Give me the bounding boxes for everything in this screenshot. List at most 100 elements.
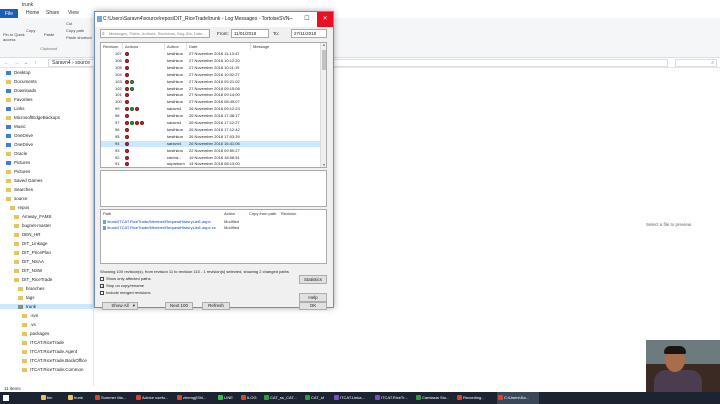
- tab-share[interactable]: Share: [46, 10, 59, 16]
- forward-icon[interactable]: →: [14, 60, 19, 66]
- nav-item[interactable]: ITCAT.RiceTrade.Agent: [0, 349, 93, 354]
- taskbar-item[interactable]: bin: [40, 392, 66, 404]
- taskbar-item[interactable]: Recording...: [456, 392, 496, 404]
- taskbar-item[interactable]: Advice usefu...: [135, 392, 175, 404]
- revision-row[interactable]: 91 suparkorn 14 November 2018 08:13:00: [101, 161, 320, 167]
- taskbar-item[interactable]: ILOG: [240, 392, 262, 404]
- checkbox-box[interactable]: ✓: [100, 283, 104, 289]
- revision-row[interactable]: 94 saravn4 26 November 2018 16:41:06: [101, 140, 320, 147]
- close-icon[interactable]: ✕: [317, 12, 333, 27]
- nav-item[interactable]: ITCAT.RiceTrade.BackOffice: [0, 358, 93, 363]
- cut-button[interactable]: Cut: [66, 21, 72, 26]
- up-icon[interactable]: ↑: [34, 60, 37, 66]
- path-row[interactable]: /trunk/ITCAT.RiceTrade/Member/RequestHis…: [103, 219, 211, 224]
- nav-item[interactable]: DIT_NSAA: [0, 259, 93, 264]
- column-header-date[interactable]: Date: [187, 43, 251, 50]
- taskbar-item[interactable]: trunk: [67, 392, 93, 404]
- nav-item[interactable]: MicrosoftEdgeBackups: [0, 115, 93, 120]
- revision-row[interactable]: 106 kesthkun 27 November 2018 10:12:20: [101, 58, 320, 64]
- nav-item[interactable]: Favorites: [0, 97, 93, 102]
- revision-row[interactable]: 103 kesthkun 27 November 2018 09:21:02: [101, 79, 320, 85]
- nav-item[interactable]: DIT_RiceTrade: [0, 277, 93, 282]
- breadcrumb-source[interactable]: source: [75, 60, 90, 66]
- revision-row[interactable]: 104 kesthkun 27 November 2018 10:02:27: [101, 72, 320, 78]
- filter-input[interactable]: ⌕ Messages, Paths, Authors, Revisions, B…: [100, 29, 210, 38]
- nav-item[interactable]: branches: [0, 286, 93, 291]
- path-header-revision[interactable]: Revision: [281, 211, 296, 216]
- revision-row[interactable]: 92 ratcha... 19 November 2018 18:06:51: [101, 155, 320, 161]
- taskbar-item[interactable]: Camtasia Stu...: [415, 392, 455, 404]
- revision-row[interactable]: 107 kesthkun 27 November 2018 11:13:47: [101, 51, 320, 57]
- statistics-button[interactable]: Statistics: [299, 275, 327, 284]
- refresh-button[interactable]: Refresh: [202, 302, 230, 310]
- nav-item[interactable]: ITCAT.RiceTrade: [0, 340, 93, 345]
- scroll-down-icon[interactable]: ▼: [321, 163, 326, 167]
- nav-item[interactable]: Amway_FAMS: [0, 214, 93, 219]
- nav-item[interactable]: tags: [0, 295, 93, 300]
- revision-row[interactable]: 96 kesthkun 26 November 2018 17:12:42: [101, 127, 320, 133]
- recent-dropdown-icon[interactable]: ⌄: [24, 60, 28, 66]
- nav-item[interactable]: .vs: [0, 322, 93, 327]
- revision-row[interactable]: 97 saravn4 26 November 2018 17:12:27: [101, 120, 320, 126]
- paste-shortcut-button[interactable]: Paste shortcut: [66, 35, 92, 40]
- nav-item[interactable]: Downloads: [0, 88, 93, 93]
- nav-item[interactable]: Pictures: [0, 160, 93, 165]
- nav-item[interactable]: trunk: [0, 304, 93, 309]
- show-affected-paths-checkbox[interactable]: Show only affected paths: [100, 276, 151, 281]
- scroll-thumb[interactable]: [322, 50, 326, 70]
- nav-item[interactable]: .svn: [0, 313, 93, 318]
- nav-item[interactable]: bugnet-master: [0, 223, 93, 228]
- next-100-button[interactable]: Next 100: [165, 302, 193, 310]
- taskbar-item[interactable]: C:\Users\Sa...: [497, 392, 539, 404]
- nav-item[interactable]: Pictures: [0, 169, 93, 174]
- nav-item[interactable]: Searches: [0, 187, 93, 192]
- revision-row[interactable]: 100 kesthkun 27 November 2018 08:49:07: [101, 99, 320, 105]
- taskbar-item[interactable]: Summer Ma...: [94, 392, 134, 404]
- copy-button[interactable]: Copy: [26, 28, 35, 33]
- nav-item[interactable]: DEN_HR: [0, 232, 93, 237]
- path-header-path[interactable]: Path: [103, 211, 111, 216]
- column-header-author[interactable]: Author: [165, 43, 187, 50]
- revision-list-scrollbar[interactable]: ▲ ▼: [320, 43, 326, 167]
- nav-item[interactable]: packages: [0, 331, 93, 336]
- minimize-icon[interactable]: –: [285, 12, 297, 27]
- column-header-revision[interactable]: Revision: [101, 43, 123, 50]
- tab-file[interactable]: File: [0, 9, 18, 18]
- nav-item[interactable]: ITCAT.RiceTrade.Common: [0, 367, 93, 372]
- nav-item[interactable]: DIT_NSW: [0, 268, 93, 273]
- taskbar-item[interactable]: ITCAT.RiceTr...: [374, 392, 414, 404]
- pin-quick-access-button[interactable]: Pin to Quick access: [3, 32, 25, 42]
- revision-row[interactable]: 105 kesthkun 27 November 2018 10:11:19: [101, 65, 320, 71]
- nav-item[interactable]: DIT_Linkage: [0, 241, 93, 246]
- revision-row[interactable]: 102 kesthkun 27 November 2018 09:15:08: [101, 86, 320, 92]
- chevron-down-icon[interactable]: ▾: [133, 303, 135, 309]
- tab-view[interactable]: View: [68, 10, 79, 16]
- breadcrumb-user[interactable]: Saravn4: [52, 60, 71, 66]
- maximize-icon[interactable]: ☐: [301, 12, 313, 27]
- nav-item[interactable]: Oracle: [0, 151, 93, 156]
- revision-row[interactable]: 98 kesthkun 26 November 2018 17:48:17: [101, 113, 320, 119]
- path-header-action[interactable]: Action: [224, 211, 235, 216]
- nav-item[interactable]: OneDrive: [0, 133, 93, 138]
- nav-item[interactable]: Saved Games: [0, 178, 93, 183]
- ok-button[interactable]: OK: [299, 302, 327, 310]
- from-date-picker[interactable]: 11/01/2018: [231, 29, 269, 38]
- revision-list[interactable]: Revision Actions Author Date Message ▲ ▼…: [100, 42, 327, 168]
- show-all-button[interactable]: Show All ▾: [102, 302, 138, 310]
- checkbox-box[interactable]: [100, 276, 104, 281]
- paste-button[interactable]: Paste: [44, 32, 54, 37]
- to-date-picker[interactable]: 27/11/2018: [291, 29, 327, 38]
- taskbar-item[interactable]: CAT_ss_CAT...: [263, 392, 303, 404]
- taskbar-item[interactable]: zhemg(lShi...: [176, 392, 216, 404]
- stop-on-copy-checkbox[interactable]: ✓ Stop on copy/rename: [100, 283, 144, 289]
- back-icon[interactable]: ←: [4, 60, 9, 66]
- taskbar-item[interactable]: CAT_sf: [304, 392, 332, 404]
- taskbar-item[interactable]: LINE: [217, 392, 239, 404]
- nav-item[interactable]: source: [0, 196, 93, 201]
- nav-item[interactable]: Links: [0, 106, 93, 111]
- nav-item[interactable]: Music: [0, 124, 93, 129]
- nav-item[interactable]: Documents: [0, 79, 93, 84]
- help-button[interactable]: Help: [299, 293, 327, 302]
- copy-path-button[interactable]: Copy path: [66, 28, 84, 33]
- log-message-box[interactable]: [100, 170, 327, 207]
